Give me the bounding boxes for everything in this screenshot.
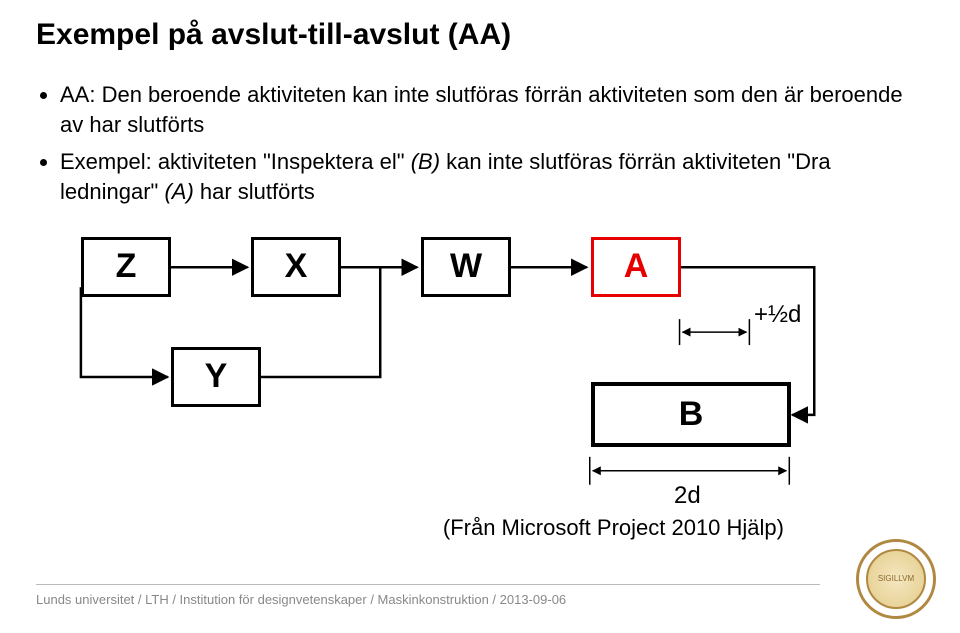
label-two-d: 2d (674, 482, 701, 510)
bullet-2-italic-b: (B) (411, 149, 440, 174)
node-w-label: W (450, 247, 482, 286)
node-z: Z (81, 237, 171, 297)
node-z-label: Z (116, 247, 137, 286)
node-x: X (251, 237, 341, 297)
activity-diagram: Z X W A Y B +½d 2d (Från Microsoft Proje… (36, 227, 924, 527)
footer-divider (36, 584, 820, 585)
node-y-label: Y (205, 357, 228, 396)
footer-text: Lunds universitet / LTH / Institution fö… (36, 592, 566, 607)
bullet-2: Exempel: aktiviteten "Inspektera el" (B)… (60, 147, 924, 206)
node-a: A (591, 237, 681, 297)
node-b-label: B (679, 395, 704, 434)
citation-text: (Från Microsoft Project 2010 Hjälp) (443, 515, 784, 541)
university-seal-icon: SIGILLVM (856, 539, 936, 619)
node-a-label: A (624, 247, 649, 286)
node-w: W (421, 237, 511, 297)
bullet-2-italic-a: (A) (164, 179, 193, 204)
bullet-2-text-a: Exempel: aktiviteten "Inspektera el" (60, 149, 411, 174)
label-half-d: +½d (754, 301, 801, 329)
bullet-list: AA: Den beroende aktiviteten kan inte sl… (60, 80, 924, 207)
page-title: Exempel på avslut-till-avslut (AA) (36, 18, 924, 52)
bullet-1: AA: Den beroende aktiviteten kan inte sl… (60, 80, 924, 139)
node-y: Y (171, 347, 261, 407)
bullet-1-text: AA: Den beroende aktiviteten kan inte sl… (60, 82, 903, 137)
slide-page: Exempel på avslut-till-avslut (AA) AA: D… (0, 0, 960, 633)
node-x-label: X (285, 247, 308, 286)
bullet-2-text-c: har slutförts (194, 179, 315, 204)
node-b: B (591, 382, 791, 447)
seal-text: SIGILLVM (856, 539, 936, 619)
